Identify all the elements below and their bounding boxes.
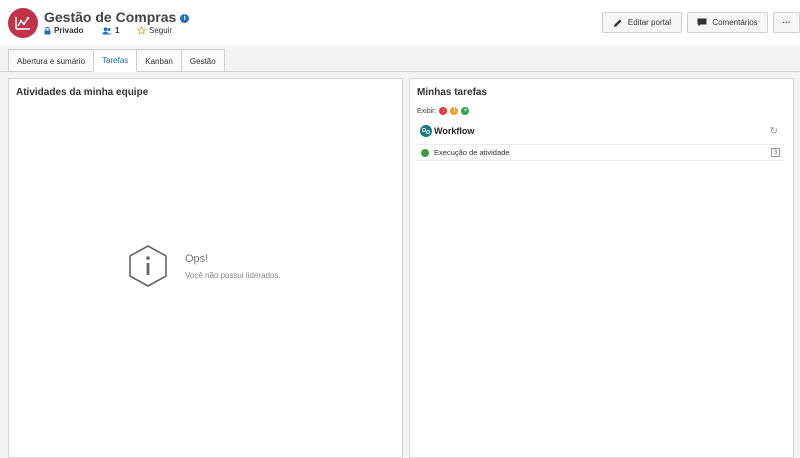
- workflow-group[interactable]: Workflow ↻: [420, 125, 782, 137]
- task-filter: Exibir: ↓ ! +: [417, 107, 470, 115]
- workflow-label: Workflow: [434, 126, 475, 136]
- task-status-icon: [421, 148, 429, 157]
- portal-logo: [8, 8, 38, 38]
- my-tasks-panel: Minhas tarefas Exibir: ↓ ! + Workflow ↻ …: [409, 78, 794, 458]
- empty-message: Você não possui liderados.: [185, 270, 281, 280]
- more-options-button[interactable]: ···: [773, 12, 800, 33]
- filter-label: Exibir:: [417, 107, 437, 115]
- users-icon: [102, 26, 112, 34]
- page-title: Gestão de Compras: [44, 9, 177, 25]
- members-count[interactable]: 1: [102, 26, 137, 35]
- refresh-icon[interactable]: ↻: [770, 126, 778, 137]
- tab-tarefas[interactable]: Tarefas: [93, 49, 138, 72]
- tab-gestao[interactable]: Gestão: [180, 49, 225, 72]
- tab-kanban[interactable]: Kanban: [136, 49, 182, 72]
- workflow-icon: [420, 125, 432, 137]
- comments-button[interactable]: Comentários: [687, 12, 768, 33]
- tasks-panel-title: Minhas tarefas: [417, 87, 488, 98]
- star-icon: [137, 26, 146, 35]
- empty-state: Ops! Você não possui liderados.: [127, 244, 281, 288]
- page-header: Gestão de Compras i Privado 1 Seguir Edi…: [0, 0, 800, 46]
- edit-portal-button[interactable]: Editar portal: [602, 12, 682, 33]
- task-label: Execução de atividade: [434, 148, 510, 157]
- edit-portal-label: Editar portal: [627, 18, 672, 27]
- pencil-icon: [613, 19, 622, 27]
- info-hexagon-icon: [129, 245, 167, 287]
- visibility-label: Privado: [54, 26, 84, 35]
- portal-tabs: Abertura e sumário Tarefas Kanban Gestão: [8, 49, 225, 72]
- team-activities-panel: Atividades da minha equipe Ops! Você não…: [8, 78, 403, 458]
- lock-icon: [44, 26, 51, 34]
- members-label: 1: [115, 26, 120, 35]
- follow-label: Seguir: [149, 26, 173, 35]
- task-row[interactable]: Execução de atividade 3: [416, 144, 784, 161]
- ontime-filter-icon[interactable]: +: [461, 107, 470, 115]
- warning-filter-icon[interactable]: !: [450, 107, 459, 115]
- follow-button[interactable]: Seguir: [137, 26, 172, 35]
- info-icon[interactable]: i: [180, 14, 190, 23]
- empty-title: Ops!: [185, 252, 209, 265]
- chart-line-icon: [15, 16, 30, 30]
- comments-label: Comentários: [712, 18, 758, 27]
- overdue-filter-icon[interactable]: ↓: [439, 107, 448, 115]
- tab-abertura[interactable]: Abertura e sumário: [8, 49, 95, 72]
- task-count-badge: 3: [771, 148, 780, 157]
- visibility-indicator[interactable]: Privado: [44, 26, 102, 35]
- team-panel-title: Atividades da minha equipe: [16, 87, 149, 98]
- comment-icon: [697, 18, 707, 27]
